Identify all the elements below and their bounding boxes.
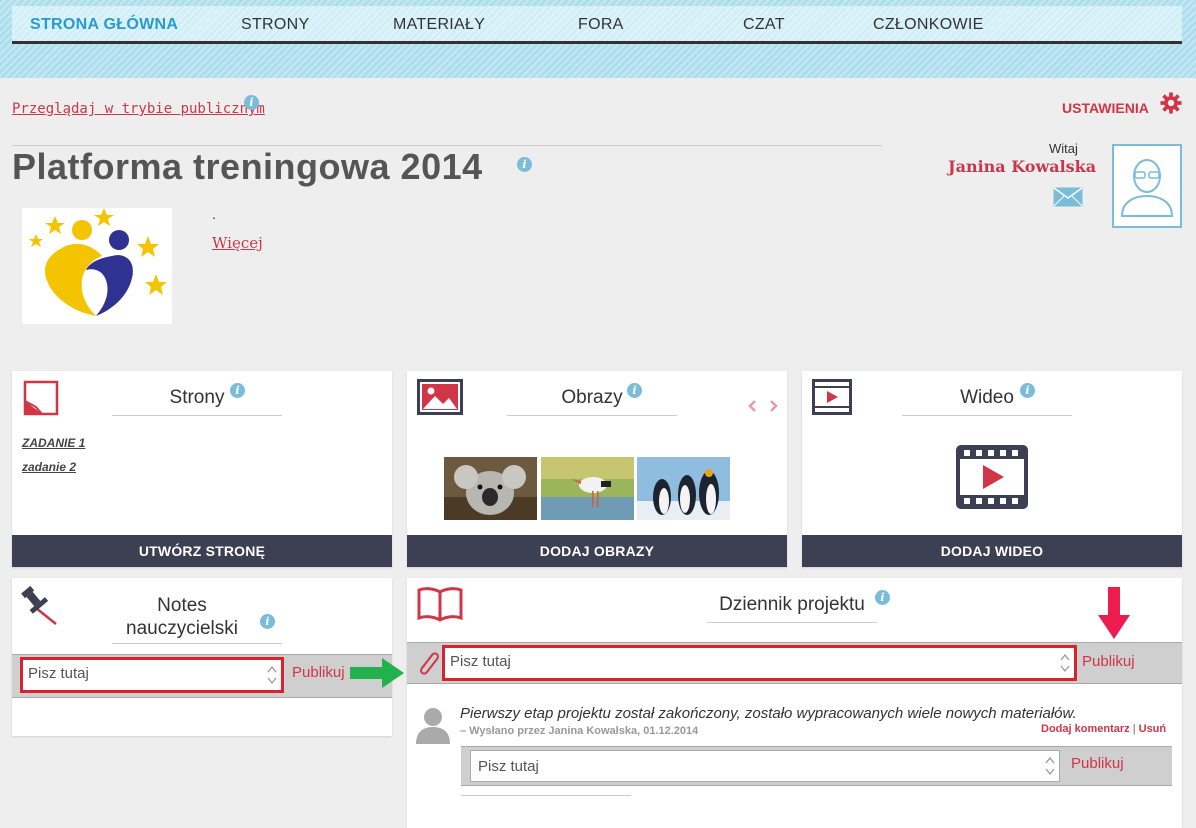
comment-divider xyxy=(461,795,631,796)
info-icon[interactable]: i xyxy=(1020,383,1035,398)
actions-separator: | xyxy=(1132,723,1136,735)
book-icon xyxy=(417,587,463,622)
info-icon[interactable]: i xyxy=(875,590,890,605)
image-icon xyxy=(417,379,463,415)
user-avatar-icon xyxy=(1120,159,1174,217)
add-images-button[interactable]: DODAJ OBRAZY xyxy=(407,535,787,567)
notes-panel-title: Notes nauczycielski xyxy=(112,594,252,640)
add-video-button[interactable]: DODAJ WIDEO xyxy=(802,535,1182,567)
description-text: . xyxy=(212,206,216,222)
public-view-link[interactable]: Przeglądaj w trybie publicznym xyxy=(12,101,265,117)
comment-publish-button[interactable]: Publikuj xyxy=(1071,755,1124,772)
notes-title-line1: Notes xyxy=(157,595,207,616)
pages-panel: Strony i ZADANIE 1 zadanie 2 UTWÓRZ STRO… xyxy=(12,371,392,567)
gear-icon[interactable] xyxy=(1160,92,1182,114)
info-icon[interactable]: i xyxy=(627,383,642,398)
video-panel: Wideo i DODAJ WIDEO xyxy=(802,371,1182,567)
mail-icon[interactable] xyxy=(1053,187,1083,207)
penguins-thumbnail[interactable] xyxy=(637,457,730,520)
resize-spinner-icon[interactable] xyxy=(1060,652,1070,674)
notes-input[interactable]: Pisz tutaj xyxy=(20,657,284,693)
logo-image xyxy=(29,208,167,316)
images-panel: Obrazy i DODAJ OBRAZY xyxy=(407,371,787,567)
teacher-notes-panel: Notes nauczycielski i Pisz tutaj Publiku… xyxy=(12,578,392,736)
nav-chat[interactable]: CZAT xyxy=(743,16,785,34)
pages-panel-title: Strony xyxy=(169,387,225,408)
notes-publish-button[interactable]: Publikuj xyxy=(292,664,345,681)
title-divider xyxy=(507,415,677,416)
journal-input[interactable]: Pisz tutaj xyxy=(442,645,1077,681)
add-comment-link[interactable]: Dodaj komentarz xyxy=(1041,723,1130,735)
page-link-task-2[interactable]: zadanie 2 xyxy=(22,460,76,474)
info-icon[interactable]: i xyxy=(517,157,532,172)
page-link-task-1[interactable]: ZADANIE 1 xyxy=(22,436,85,450)
images-panel-title: Obrazy xyxy=(561,387,623,408)
video-icon xyxy=(812,379,852,415)
resize-spinner-icon[interactable] xyxy=(1045,755,1055,777)
video-panel-title: Wideo xyxy=(960,387,1014,408)
more-link[interactable]: Więcej xyxy=(212,234,263,252)
pink-arrow-annotation xyxy=(1098,587,1130,639)
main-nav: STRONA GŁÓWNA STRONY MATERIAŁY FORA CZAT… xyxy=(12,6,1182,44)
journal-panel-title: Dziennik projektu xyxy=(719,594,865,615)
journal-post-text: Pierwszy etap projektu został zakończony… xyxy=(460,705,1077,722)
comment-input[interactable]: Pisz tutaj xyxy=(470,750,1060,782)
pushpin-icon xyxy=(21,585,57,625)
project-journal-panel: Dziennik projektu i Pisz tutaj Publikuj … xyxy=(407,578,1182,828)
title-divider xyxy=(112,415,282,416)
chevron-right-icon[interactable] xyxy=(770,400,778,412)
nav-pages[interactable]: STRONY xyxy=(241,16,309,34)
comment-input-placeholder: Pisz tutaj xyxy=(478,758,539,775)
green-arrow-annotation xyxy=(350,658,404,688)
page-title: Platforma treningowa 2014 xyxy=(12,146,483,187)
notes-input-placeholder: Pisz tutaj xyxy=(28,665,89,682)
paperclip-icon[interactable] xyxy=(415,648,441,678)
info-icon[interactable]: i xyxy=(230,383,245,398)
post-author-avatar-icon xyxy=(416,708,450,744)
top-bar: STRONA GŁÓWNA STRONY MATERIAŁY FORA CZAT… xyxy=(0,0,1196,78)
nav-materials[interactable]: MATERIAŁY xyxy=(393,16,485,34)
nav-forums[interactable]: FORA xyxy=(578,16,624,34)
stork-thumbnail[interactable] xyxy=(541,457,634,520)
resize-spinner-icon[interactable] xyxy=(267,664,277,686)
notes-title-line2: nauczycielski xyxy=(126,618,238,639)
delete-post-link[interactable]: Usuń xyxy=(1139,723,1167,735)
nav-members[interactable]: CZŁONKOWIE xyxy=(873,16,984,34)
journal-publish-button[interactable]: Publikuj xyxy=(1082,653,1135,670)
create-page-button[interactable]: UTWÓRZ STRONĘ xyxy=(12,535,392,567)
user-avatar[interactable] xyxy=(1112,144,1182,228)
title-divider xyxy=(902,415,1072,416)
user-name[interactable]: Janina Kowalska xyxy=(948,157,1096,176)
platform-logo xyxy=(22,208,172,324)
chevron-left-icon[interactable] xyxy=(748,400,756,412)
koala-thumbnail[interactable] xyxy=(444,457,537,520)
page-icon xyxy=(23,380,59,416)
nav-home[interactable]: STRONA GŁÓWNA xyxy=(30,16,178,34)
info-icon[interactable]: i xyxy=(260,614,275,629)
journal-post-actions: Dodaj komentarz | Usuń xyxy=(1041,723,1166,735)
settings-link[interactable]: USTAWIENIA xyxy=(1062,100,1149,116)
welcome-label: Witaj xyxy=(1049,141,1078,156)
title-divider xyxy=(112,643,282,644)
journal-post-meta: – Wysłano przez Janina Kowalska, 01.12.2… xyxy=(460,725,699,737)
video-placeholder-icon xyxy=(956,445,1028,509)
journal-input-placeholder: Pisz tutaj xyxy=(450,653,511,670)
carousel-arrows xyxy=(748,400,778,412)
title-divider xyxy=(707,622,877,623)
info-icon[interactable]: i xyxy=(244,95,259,110)
